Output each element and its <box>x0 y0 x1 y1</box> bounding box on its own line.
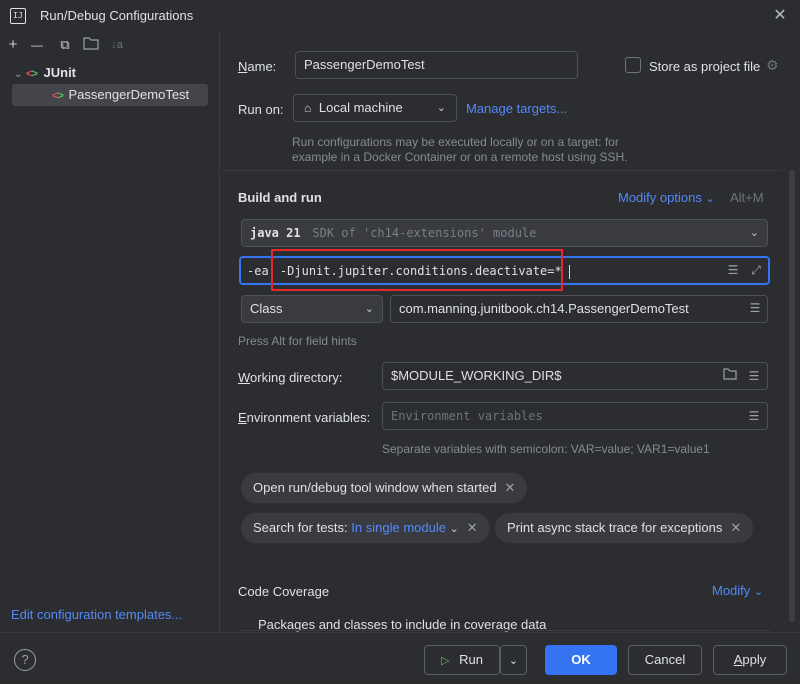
remove-icon[interactable]: — <box>28 36 46 54</box>
build-and-run-title: Build and run <box>238 190 322 205</box>
coverage-divider <box>238 630 771 631</box>
copy-icon[interactable]: ⧉ <box>56 36 74 54</box>
dialog-button-bar: ? ▷ Run ⌄ OK Cancel Apply <box>0 632 800 684</box>
chevron-down-icon[interactable]: ⌄ <box>14 69 22 80</box>
manage-targets-link[interactable]: Manage targets... <box>466 101 567 116</box>
window-title: Run/Debug Configurations <box>40 8 194 23</box>
search-scope-dropdown[interactable]: In single module <box>351 520 446 535</box>
tree-item-label: PassengerDemoTest <box>68 87 190 102</box>
test-kind-value: Class <box>250 301 283 316</box>
name-label: Name: <box>238 59 277 74</box>
gear-icon[interactable]: ⚙ <box>766 57 782 73</box>
apply-button[interactable]: Apply <box>713 645 787 675</box>
modify-options-label: Modify options <box>618 190 702 205</box>
expand-text-icon[interactable]: ☰ <box>746 408 762 424</box>
environment-variables-input[interactable]: Environment variables <box>382 402 768 430</box>
run-on-hint-1: Run configurations may be executed local… <box>292 135 619 149</box>
jdk-version: java 21 <box>250 226 301 240</box>
run-icon: ▷ <box>441 655 450 667</box>
store-checkbox[interactable] <box>625 57 641 73</box>
run-on-select[interactable]: ⌂ Local machine ⌄ <box>293 94 457 122</box>
help-icon[interactable]: ? <box>14 649 36 671</box>
vm-options-prefix: -ea <box>247 264 269 278</box>
working-directory-input[interactable]: $MODULE_WORKING_DIR$ <box>382 362 768 390</box>
section-divider <box>221 170 781 171</box>
run-on-label: Run on: <box>238 102 284 117</box>
folder-icon[interactable] <box>82 36 100 54</box>
close-icon[interactable]: ✕ <box>730 520 741 535</box>
close-icon[interactable]: ✕ <box>505 480 516 495</box>
chip-search-for-tests[interactable]: Search for tests: In single module ⌄ ✕ <box>241 513 490 543</box>
chevron-down-icon: ⌄ <box>508 655 519 667</box>
ok-button[interactable]: OK <box>545 645 617 675</box>
chip-label: Open run/debug tool window when started <box>253 480 497 495</box>
environment-variables-label: Environment variables: <box>238 410 371 425</box>
coverage-modify-link[interactable]: Modify ⌄ <box>712 583 763 598</box>
fullscreen-icon[interactable]: ⤢ <box>748 262 764 278</box>
run-dropdown-button[interactable]: ⌄ <box>500 645 527 675</box>
edit-templates-link[interactable]: Edit configuration templates... <box>11 607 182 622</box>
close-icon[interactable]: ✕ <box>467 520 478 535</box>
run-button[interactable]: ▷ Run <box>424 645 500 675</box>
expand-text-icon[interactable]: ☰ <box>747 300 763 316</box>
working-directory-label: Working directory: <box>238 370 343 385</box>
tree-item-label: JUnit <box>43 65 77 80</box>
environment-variables-hint: Separate variables with semicolon: VAR=v… <box>382 442 710 456</box>
tree-item-passenger-demo-test[interactable]: <> PassengerDemoTest <box>12 84 208 106</box>
test-kind-select[interactable]: Class ⌄ <box>241 295 383 323</box>
tree-item-junit[interactable]: ⌄ <> JUnit <box>14 62 214 84</box>
chip-label: Search for tests: <box>253 520 348 535</box>
jdk-detail: SDK of 'ch14-extensions' module <box>312 226 537 240</box>
junit-test-icon: <> <box>52 90 64 102</box>
close-icon[interactable]: ✕ <box>770 6 790 26</box>
modify-shortcut: Alt+M <box>730 190 764 205</box>
title-bar: IJ Run/Debug Configurations ✕ <box>0 0 800 32</box>
chip-print-async[interactable]: Print async stack trace for exceptions ✕ <box>495 513 754 543</box>
scrollbar[interactable] <box>789 170 795 622</box>
config-tree-panel: + — ⧉ ↓a ⌄ <> JUnit <> PassengerDemoTest… <box>0 32 220 632</box>
chevron-down-icon: ⌄ <box>436 102 446 114</box>
expand-text-icon[interactable]: ☰ <box>746 368 762 384</box>
field-hints-hint: Press Alt for field hints <box>238 334 357 348</box>
chip-open-tool-window[interactable]: Open run/debug tool window when started ✕ <box>241 473 528 503</box>
run-on-value: Local machine <box>318 100 403 115</box>
chevron-down-icon: ⌄ <box>364 303 374 315</box>
run-on-hint-2: example in a Docker Container or on a re… <box>292 150 628 164</box>
name-input[interactable]: PassengerDemoTest <box>295 51 578 79</box>
coverage-modify-label: Modify <box>712 583 751 598</box>
expand-text-icon[interactable]: ☰ <box>725 262 741 278</box>
jdk-select[interactable]: java 21 SDK of 'ch14-extensions' module … <box>241 219 768 247</box>
store-label[interactable]: Store as project file <box>649 59 760 74</box>
add-icon[interactable]: + <box>4 36 22 54</box>
code-coverage-title: Code Coverage <box>238 584 330 599</box>
sort-icon[interactable]: ↓a <box>108 36 126 54</box>
app-icon: IJ <box>10 8 26 24</box>
junit-icon: <> <box>26 68 38 80</box>
chevron-down-icon: ⌄ <box>753 586 764 598</box>
folder-icon[interactable] <box>722 368 738 384</box>
highlight-annotation <box>271 249 563 291</box>
cancel-button[interactable]: Cancel <box>628 645 702 675</box>
chevron-down-icon: ⌄ <box>749 227 759 239</box>
text-cursor <box>568 264 570 279</box>
modify-options-link[interactable]: Modify options ⌄ <box>618 190 715 205</box>
home-icon: ⌂ <box>304 101 312 115</box>
run-label: Run <box>459 652 483 667</box>
chevron-down-icon: ⌄ <box>449 523 459 535</box>
chip-label: Print async stack trace for exceptions <box>507 520 723 535</box>
class-input[interactable]: com.manning.junitbook.ch14.PassengerDemo… <box>390 295 768 323</box>
chevron-down-icon: ⌄ <box>705 193 715 205</box>
